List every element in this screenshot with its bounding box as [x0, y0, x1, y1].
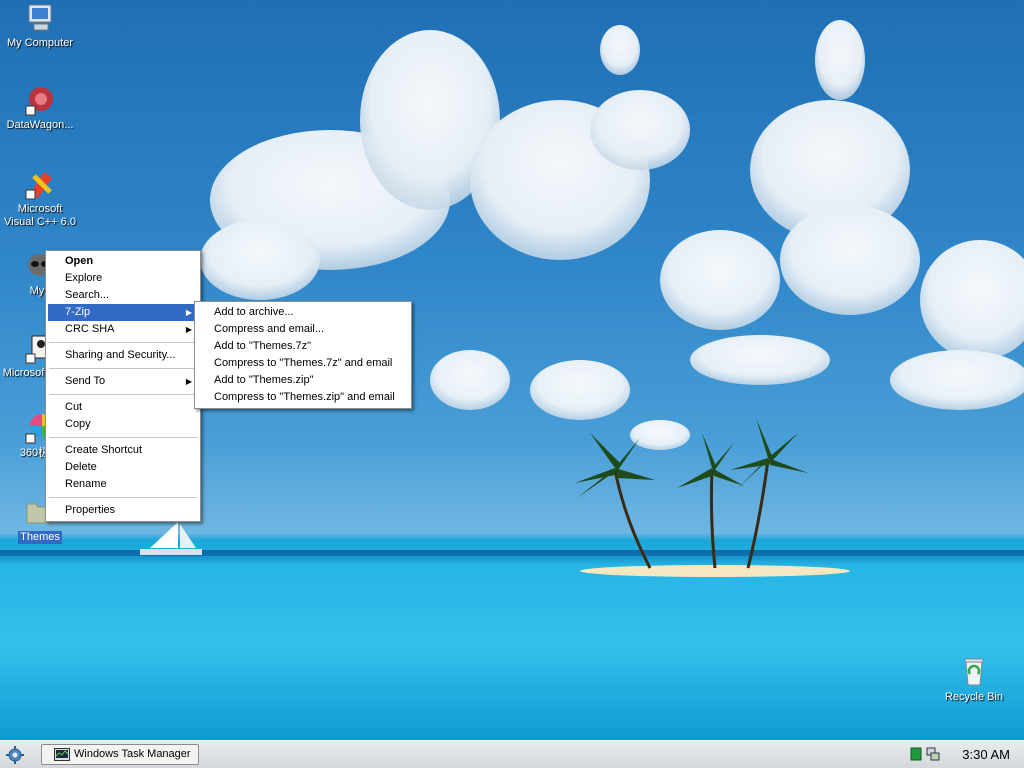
menu-item-label: Open [65, 255, 94, 267]
menu-separator [49, 437, 197, 438]
menu-item-label: Explore [65, 272, 103, 284]
submenu-compress-and-email[interactable]: Compress and email... [197, 321, 409, 338]
menu-item-label: 7-Zip [65, 306, 91, 318]
desktop-icon-label: Themes [18, 531, 62, 544]
menu-item-label: Add to "Themes.7z" [214, 340, 312, 352]
network-icon[interactable] [926, 747, 940, 761]
menu-cut[interactable]: Cut [48, 399, 198, 416]
datawagon-icon-item[interactable]: DataWagon... [0, 84, 80, 132]
menu-item-label: Sharing and Security... [65, 349, 176, 361]
visual-cpp-icon-item[interactable]: Microsoft Visual C++ 6.0 [0, 168, 80, 229]
menu-send-to[interactable]: Send To ▶ [48, 373, 198, 390]
taskbar: Windows Task Manager 3:30 AM [0, 740, 1024, 768]
7zip-submenu: Add to archive... Compress and email... … [194, 301, 412, 409]
start-gear-icon[interactable] [4, 745, 26, 765]
menu-item-label: Create Shortcut [65, 444, 143, 456]
menu-item-label: Rename [65, 478, 107, 490]
menu-item-label: Add to archive... [214, 306, 294, 318]
menu-item-label: Search... [65, 289, 110, 301]
task-button-label: Windows Task Manager [74, 748, 191, 760]
task-manager-icon [54, 748, 70, 761]
my-computer-icon-item[interactable]: My Computer [0, 2, 80, 50]
menu-rename[interactable]: Rename [48, 476, 198, 493]
menu-delete[interactable]: Delete [48, 459, 198, 476]
menu-crc-sha[interactable]: CRC SHA ▶ [48, 321, 198, 338]
menu-properties[interactable]: Properties [48, 502, 198, 519]
menu-item-label: Properties [65, 504, 116, 516]
menu-item-label: Delete [65, 461, 97, 473]
menu-separator [49, 368, 197, 369]
menu-create-shortcut[interactable]: Create Shortcut [48, 442, 198, 459]
clock[interactable]: 3:30 AM [962, 747, 1010, 762]
menu-item-label: Cut [65, 401, 83, 413]
desktop-icon-label: DataWagon... [6, 119, 74, 131]
submenu-compress-zip-email[interactable]: Compress to "Themes.zip" and email [197, 389, 409, 406]
submenu-add-to-7z[interactable]: Add to "Themes.7z" [197, 338, 409, 355]
menu-7zip[interactable]: 7-Zip ▶ [48, 304, 198, 321]
recycle-bin-icon [964, 658, 984, 686]
menu-item-label: Send To [65, 375, 106, 387]
menu-separator [49, 497, 197, 498]
my-computer-icon [28, 4, 52, 31]
system-tray: 3:30 AM [904, 741, 1024, 768]
recycle-bin-icon-item[interactable]: Recycle Bin [934, 656, 1014, 704]
datawagon-icon [25, 87, 53, 116]
menu-item-label: Add to "Themes.zip" [214, 374, 314, 386]
submenu-add-to-zip[interactable]: Add to "Themes.zip" [197, 372, 409, 389]
menu-search[interactable]: Search... [48, 287, 198, 304]
green-status-icon[interactable] [910, 747, 922, 761]
menu-sharing-security[interactable]: Sharing and Security... [48, 347, 198, 364]
menu-item-label: Compress to "Themes.7z" and email [214, 357, 393, 369]
menu-item-label: CRC SHA [65, 323, 115, 335]
desktop-icon-label: Microsoft Visual C++ 6.0 [4, 203, 76, 228]
menu-copy[interactable]: Copy [48, 416, 198, 433]
submenu-arrow-icon: ▶ [185, 325, 192, 334]
desktop-icon-label: My Computer [6, 37, 74, 49]
menu-item-label: Compress to "Themes.zip" and email [214, 391, 395, 403]
visual-cpp-icon [25, 172, 52, 200]
menu-open[interactable]: Open [48, 253, 198, 270]
menu-separator [49, 394, 197, 395]
submenu-add-to-archive[interactable]: Add to archive... [197, 304, 409, 321]
menu-item-label: Copy [65, 418, 91, 430]
submenu-compress-7z-email[interactable]: Compress to "Themes.7z" and email [197, 355, 409, 372]
desktop[interactable]: My Computer DataWagon... Microsoft Visua… [0, 0, 1024, 740]
menu-separator [49, 342, 197, 343]
menu-item-label: Compress and email... [214, 323, 325, 335]
taskbar-button-task-manager[interactable]: Windows Task Manager [41, 744, 199, 765]
menu-explore[interactable]: Explore [48, 270, 198, 287]
submenu-arrow-icon: ▶ [185, 308, 192, 317]
desktop-icon-label: Recycle Bin [944, 691, 1004, 703]
context-menu: Open Explore Search... 7-Zip ▶ CRC SHA ▶ S… [45, 250, 201, 522]
submenu-arrow-icon: ▶ [185, 377, 192, 386]
